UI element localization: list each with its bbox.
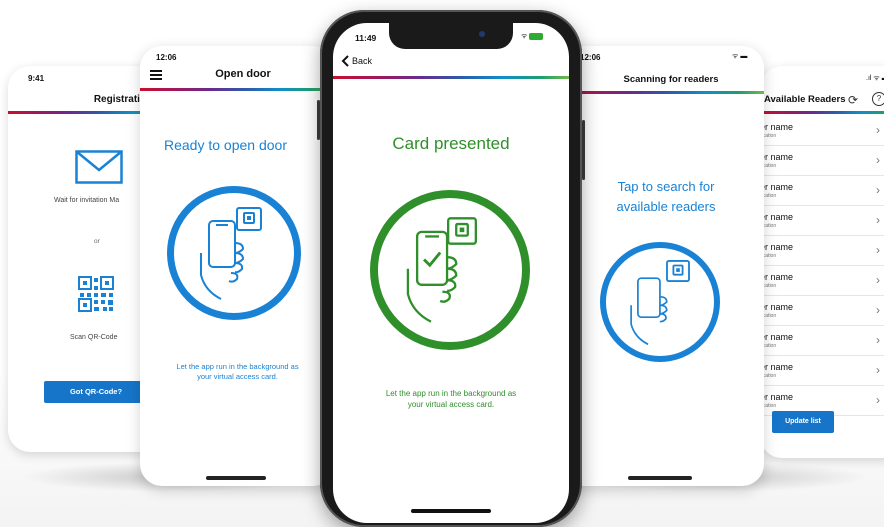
- reader-row[interactable]: er name ocation ›: [760, 356, 884, 386]
- reader-name: er name: [760, 302, 794, 312]
- notch: [389, 23, 513, 49]
- background-hint: Let the app run in the background as you…: [343, 388, 559, 410]
- card-presented-heading: Card presented: [392, 134, 510, 153]
- help-icon[interactable]: ?: [872, 92, 884, 106]
- card-reader-icon: [447, 217, 477, 245]
- header-rainbow-bar: [140, 88, 335, 91]
- hint-line-1: Let the app run in the background as: [385, 389, 517, 398]
- reader-row[interactable]: er name ocation ›: [760, 266, 884, 296]
- or-label: or: [94, 238, 100, 245]
- tap-line-2: available readers: [616, 199, 716, 214]
- side-button: [317, 100, 320, 140]
- reader-name: er name: [760, 242, 794, 252]
- reader-row[interactable]: er name ocation ›: [760, 206, 884, 236]
- header-rainbow-bar: [556, 91, 764, 94]
- reader-name: er name: [760, 182, 794, 192]
- chevron-right-icon: ›: [876, 183, 880, 197]
- reader-row[interactable]: er name ocation ›: [760, 116, 884, 146]
- reader-name: er name: [760, 212, 794, 222]
- refresh-icon[interactable]: ⟳: [848, 93, 858, 107]
- status-time: 12:06: [156, 53, 177, 62]
- showcase-stage: 9:41 Registration Wait for invitation Ma…: [0, 0, 884, 527]
- status-time: 9:41: [28, 74, 45, 83]
- background-hint: Let the app run in the background as you…: [150, 362, 325, 382]
- reader-row[interactable]: er name ocation ›: [760, 236, 884, 266]
- header-rainbow-bar: [333, 76, 569, 79]
- update-list-button[interactable]: Update list: [772, 411, 834, 433]
- menu-icon[interactable]: [150, 70, 162, 80]
- hint-line-2: your virtual access card.: [407, 400, 495, 409]
- reader-list: er name ocation › er name ocation › er name oca…: [760, 116, 884, 446]
- scan-qr-label: Scan QR-Code: [70, 334, 118, 341]
- invitation-label: Wait for invitation Ma: [54, 197, 120, 204]
- open-door-screen: 12:06 Open door Ready to open door Let t…: [140, 46, 335, 486]
- card-reader-icon: [666, 260, 690, 282]
- reader-row[interactable]: er name ocation ›: [760, 176, 884, 206]
- got-qr-code-button[interactable]: Got QR-Code?: [44, 381, 148, 403]
- reader-name: er name: [760, 272, 794, 282]
- home-indicator: [206, 476, 266, 480]
- tap-to-search-text[interactable]: Tap to search for available readers: [596, 177, 736, 217]
- envelope-icon: [75, 150, 123, 184]
- center-phone-frame: 11:49 ᯤ Back Card presented Let the app …: [317, 10, 585, 527]
- tap-line-1: Tap to search for: [617, 179, 715, 194]
- chevron-right-icon: ›: [876, 273, 880, 287]
- signal-icon: .ıl ᯤ ▬: [866, 75, 884, 82]
- reader-row[interactable]: er name ocation ›: [760, 326, 884, 356]
- home-indicator: [628, 476, 692, 480]
- hint-line-1: Let the app run in the background as: [176, 362, 299, 371]
- reader-row[interactable]: er name ocation ›: [760, 146, 884, 176]
- status-time: 12:06: [580, 53, 601, 62]
- hint-line-2: your virtual access card.: [197, 372, 278, 381]
- header-rainbow-bar: [760, 111, 884, 114]
- card-presented-screen: 11:49 ᯤ Back Card presented Let the app …: [333, 23, 569, 523]
- back-label: Back: [352, 56, 373, 66]
- back-chevron-icon: [341, 55, 349, 67]
- chevron-right-icon: ›: [876, 333, 880, 347]
- available-readers-screen: .ıl ᯤ ▬ Available Readers ⟳ ? er nameoca…: [760, 66, 884, 458]
- chevron-right-icon: ›: [876, 393, 880, 407]
- reader-name: er name: [760, 392, 794, 402]
- battery-icon: ᯤ: [521, 32, 544, 41]
- chevron-right-icon: ›: [876, 213, 880, 227]
- chevron-right-icon: ›: [876, 153, 880, 167]
- side-button: [582, 120, 585, 180]
- chevron-right-icon: ›: [876, 123, 880, 137]
- status-time: 11:49: [355, 33, 377, 43]
- qr-code-icon[interactable]: [78, 276, 114, 312]
- screen-title: Open door: [215, 68, 271, 80]
- chevron-right-icon: ›: [876, 243, 880, 257]
- reader-row[interactable]: er name ocation ›: [760, 296, 884, 326]
- back-button[interactable]: Back: [341, 53, 372, 69]
- home-indicator: [411, 509, 491, 513]
- card-reader-icon: [236, 207, 262, 231]
- reader-name: er name: [760, 152, 794, 162]
- reader-name: er name: [760, 362, 794, 372]
- chevron-right-icon: ›: [876, 363, 880, 377]
- ready-heading: Ready to open door: [164, 137, 287, 153]
- wifi-icon: ᯤ ▬: [732, 53, 748, 60]
- scanning-screen: 12:06 ᯤ ▬ Scanning for readers Tap to se…: [556, 46, 764, 486]
- screen-title: Available Readers: [764, 94, 846, 105]
- reader-name: er name: [760, 332, 794, 342]
- chevron-right-icon: ›: [876, 303, 880, 317]
- reader-name: er name: [760, 122, 794, 132]
- screen-title: Scanning for readers: [623, 74, 719, 85]
- camera-dot: [479, 31, 485, 37]
